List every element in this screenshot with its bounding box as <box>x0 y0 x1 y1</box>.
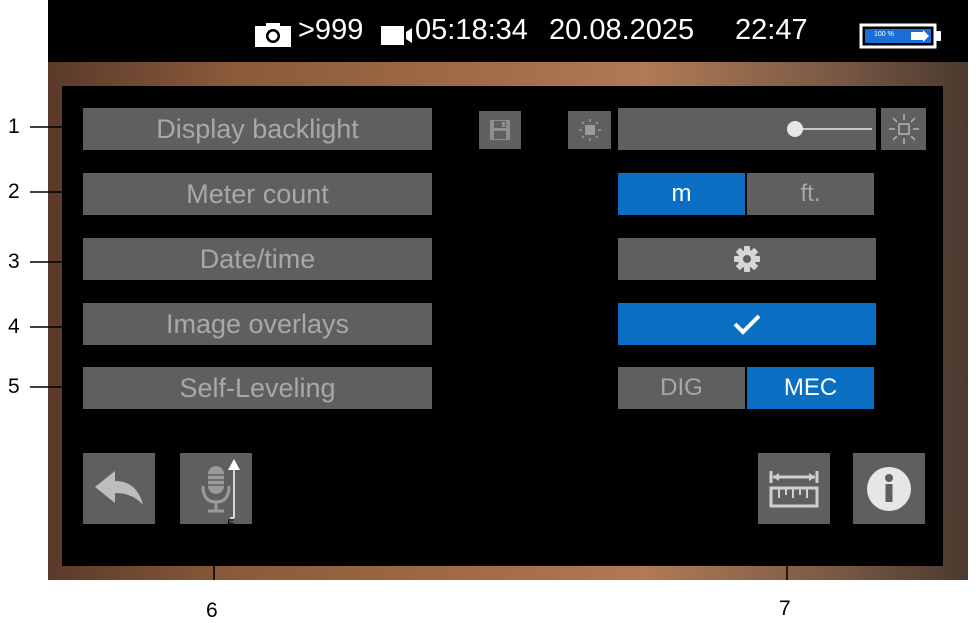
callout-label-3: 3 <box>8 250 20 273</box>
callout-label-5-small: 5 <box>227 516 235 532</box>
callout-label-4: 4 <box>8 315 20 338</box>
callout-label-5: 5 <box>8 375 20 398</box>
callout-label-1: 1 <box>8 115 20 138</box>
callout-label-6: 6 <box>206 599 218 622</box>
callout-label-2: 2 <box>8 180 20 203</box>
callout-label-8: 8 <box>876 415 888 438</box>
callout-arrows <box>30 122 873 580</box>
callout-label-7: 7 <box>779 597 791 620</box>
